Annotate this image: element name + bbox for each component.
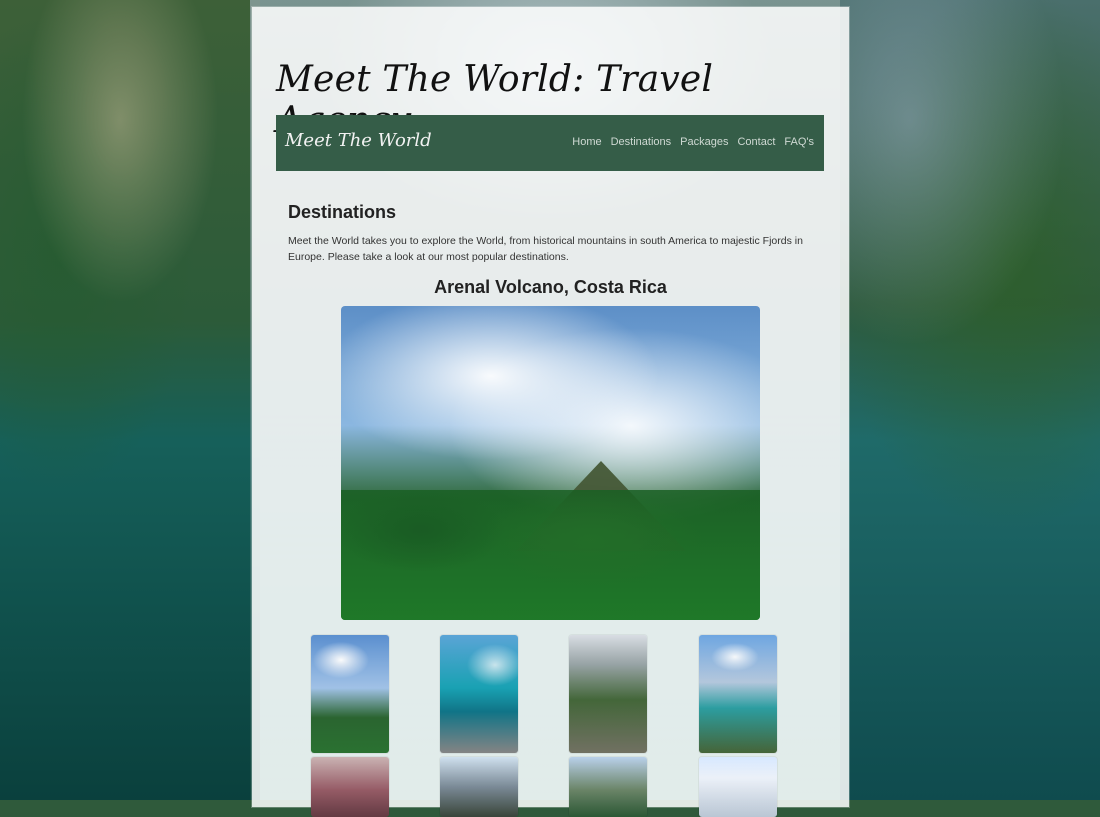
nav-link-packages[interactable]: Packages bbox=[680, 133, 728, 151]
nav-link-destinations[interactable]: Destinations bbox=[611, 133, 672, 151]
forest-foreground bbox=[341, 490, 760, 620]
main-content-panel: Meet The World: Travel Agency Meet The W… bbox=[252, 7, 849, 817]
destinations-section: Destinations Meet the World takes you to… bbox=[288, 202, 808, 265]
nav-link-contact[interactable]: Contact bbox=[737, 133, 775, 151]
navbar-brand[interactable]: Meet The World bbox=[285, 130, 432, 151]
destination-thumbnails bbox=[311, 635, 781, 817]
background-left-scenery bbox=[0, 0, 260, 800]
destinations-description: Meet the World takes you to explore the … bbox=[288, 235, 803, 263]
thumbnail-4[interactable] bbox=[699, 635, 777, 753]
thumbnail-6[interactable] bbox=[440, 757, 518, 817]
nav-link-faqs[interactable]: FAQ's bbox=[784, 133, 814, 151]
nav-link-home[interactable]: Home bbox=[572, 133, 601, 151]
featured-destination-image[interactable] bbox=[341, 306, 760, 620]
navbar-links: Home Destinations Packages Contact FAQ's bbox=[572, 133, 814, 151]
thumbnail-1[interactable] bbox=[311, 635, 389, 753]
thumbnail-3[interactable] bbox=[569, 635, 647, 753]
thumbnail-2[interactable] bbox=[440, 635, 518, 753]
top-navbar: Meet The World Home Destinations Package… bbox=[276, 115, 824, 171]
thumbnail-8[interactable] bbox=[699, 757, 777, 817]
thumbnail-5[interactable] bbox=[311, 757, 389, 817]
featured-destination-title: Arenal Volcano, Costa Rica bbox=[434, 277, 667, 297]
background-right-scenery bbox=[840, 0, 1100, 800]
thumbnail-7[interactable] bbox=[569, 757, 647, 817]
destinations-title: Destinations bbox=[288, 202, 397, 222]
